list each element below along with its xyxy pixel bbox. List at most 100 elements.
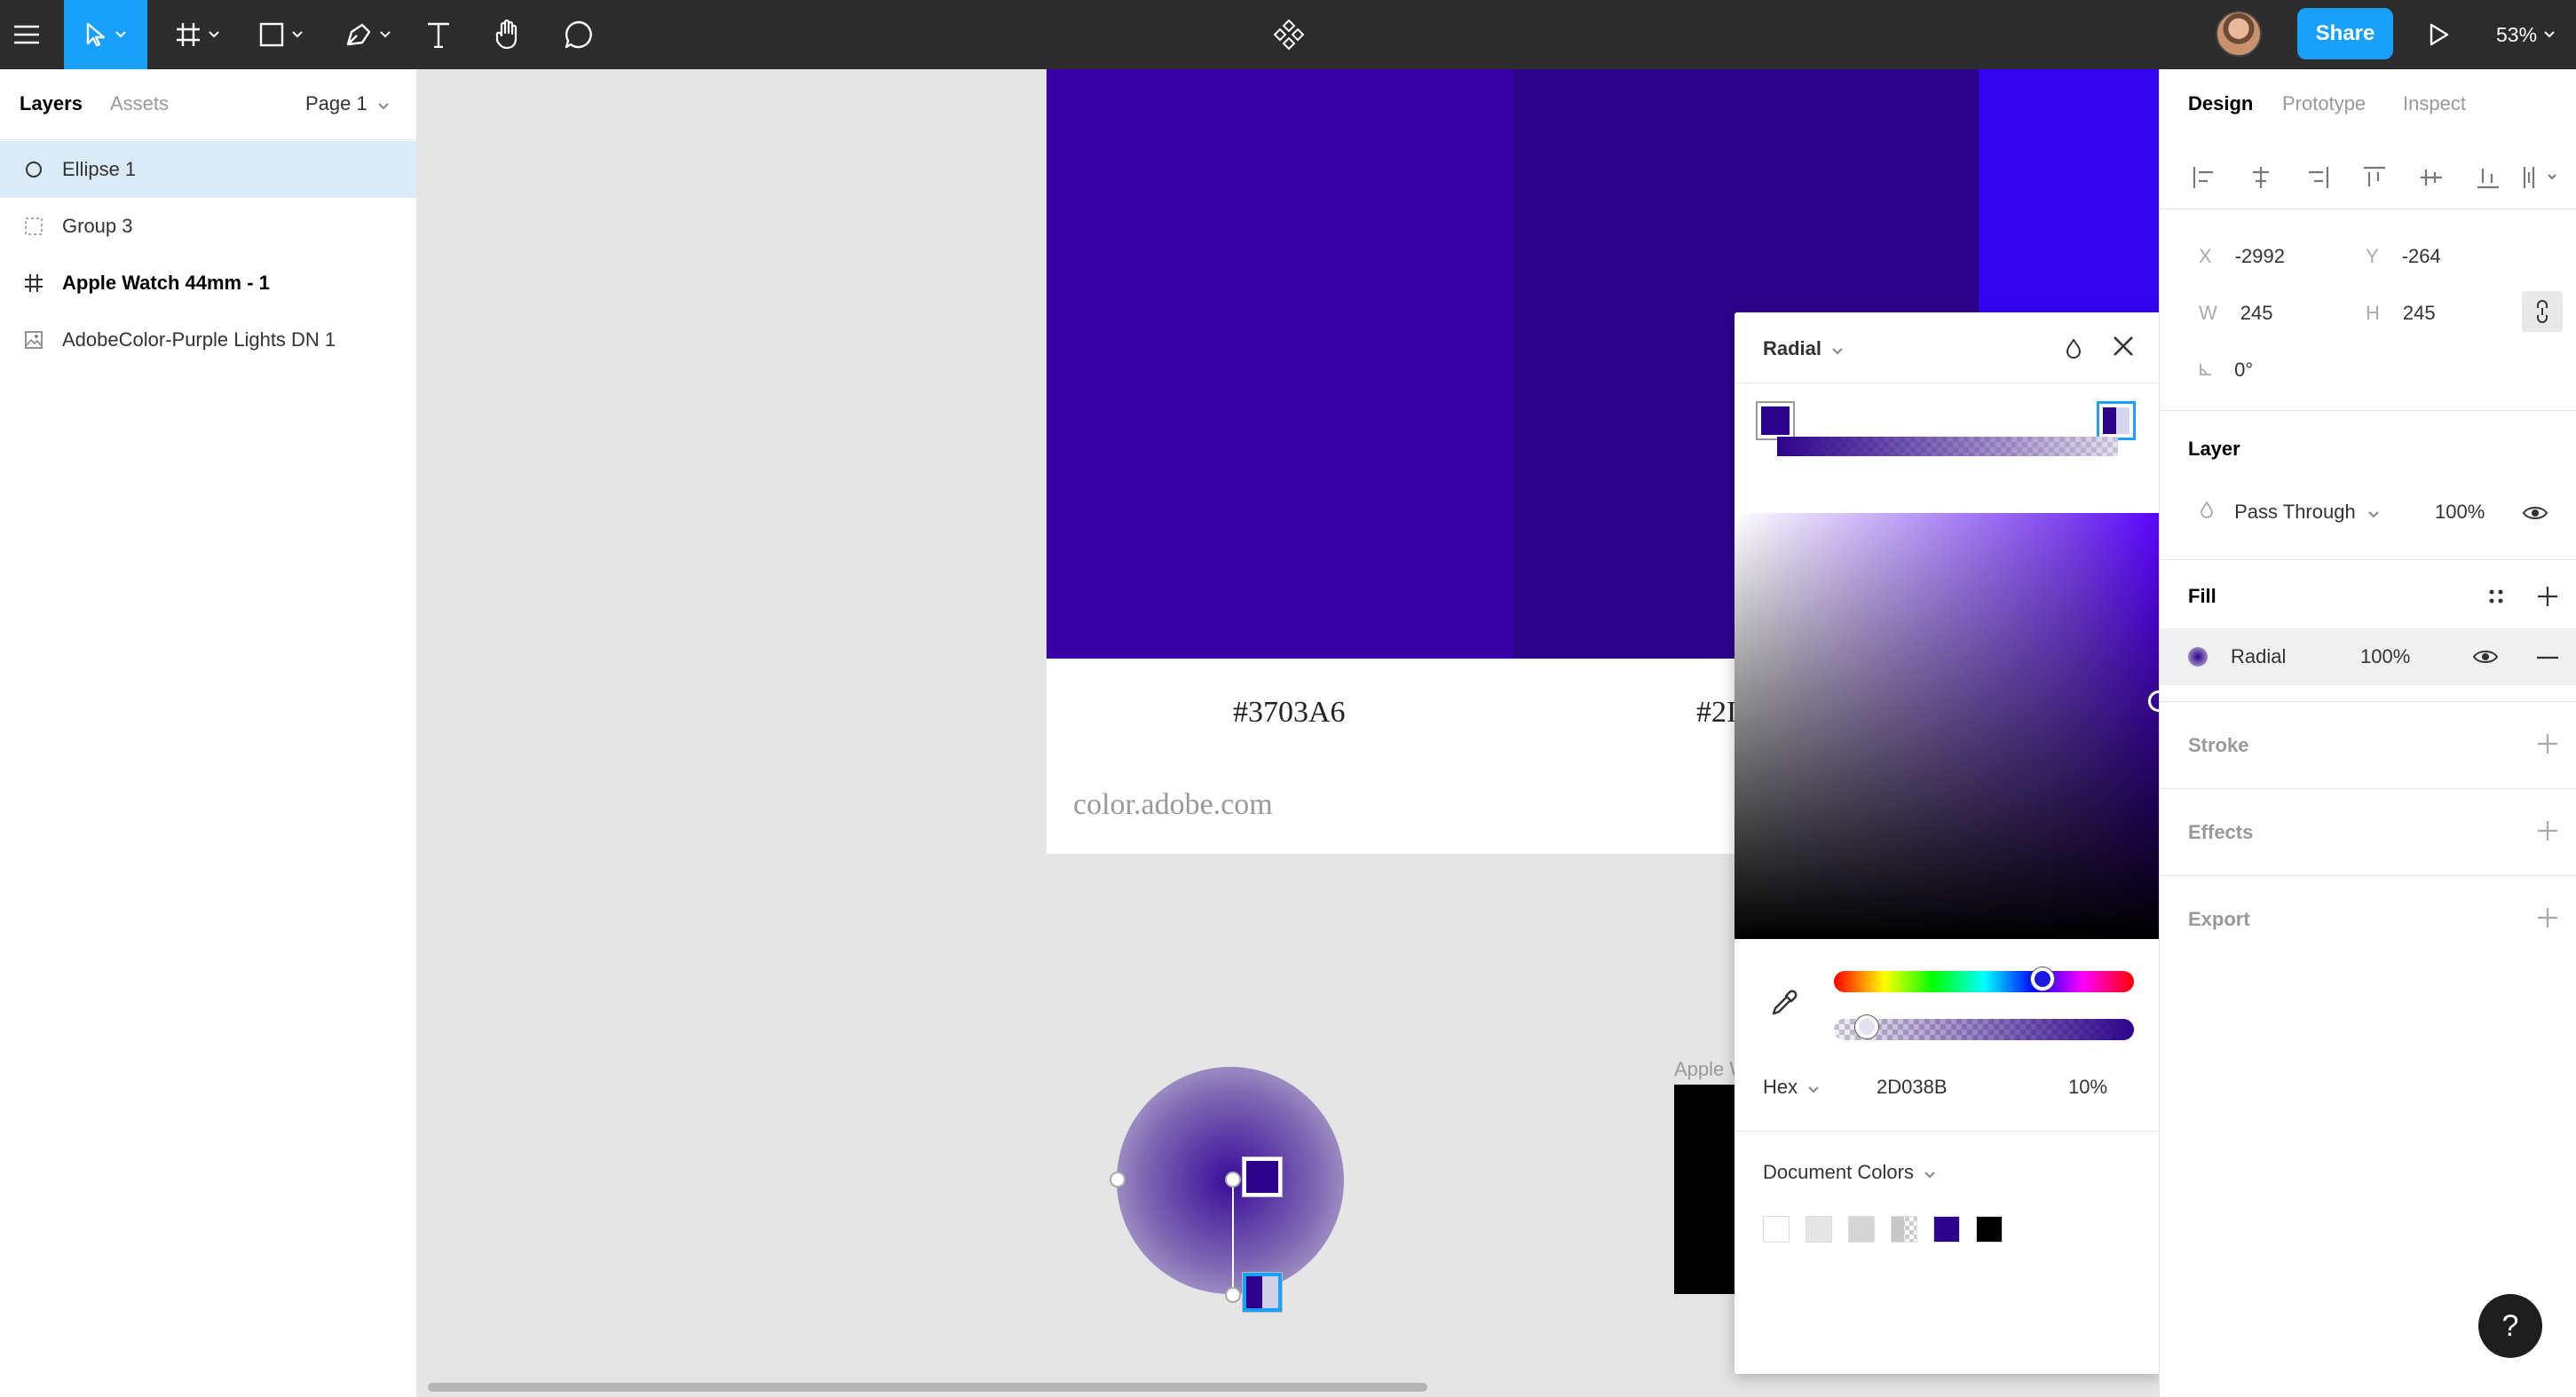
ellipse-icon: [21, 161, 46, 178]
gradient-handle[interactable]: [1225, 1172, 1241, 1188]
document-color-swatch[interactable]: [1891, 1216, 1917, 1243]
align-top-icon[interactable]: [2362, 165, 2387, 190]
gradient-stop-handle-selected[interactable]: [1243, 1273, 1282, 1312]
plus-icon[interactable]: [2536, 906, 2559, 929]
align-center-horizontal-icon[interactable]: [2248, 165, 2273, 190]
right-panel-tabs: Design Prototype Inspect: [2160, 69, 2576, 140]
document-color-swatch[interactable]: [1976, 1216, 2003, 1243]
opacity-slider[interactable]: [1834, 1019, 2134, 1040]
hue-slider[interactable]: [1834, 971, 2134, 992]
chevron-down-icon: [209, 31, 219, 38]
document-color-swatch[interactable]: [1806, 1216, 1832, 1243]
align-left-icon[interactable]: [2192, 165, 2216, 190]
document-color-swatch[interactable]: [1763, 1216, 1790, 1243]
cursor-icon: [86, 22, 106, 47]
styles-grid-icon[interactable]: [2486, 587, 2506, 606]
gradient-stop-handle[interactable]: [1243, 1157, 1282, 1196]
gradient-editor: [1734, 383, 2161, 490]
layer-opacity-input[interactable]: 100%: [2435, 501, 2485, 524]
width-field[interactable]: W 245: [2199, 302, 2272, 325]
layer-item[interactable]: Ellipse 1: [0, 141, 416, 198]
tab-prototype[interactable]: Prototype: [2282, 92, 2366, 115]
height-field[interactable]: H 245: [2366, 302, 2436, 325]
gradient-stop-selected[interactable]: [2097, 401, 2136, 440]
tab-design[interactable]: Design: [2188, 92, 2253, 115]
fill-preview-swatch[interactable]: [2188, 647, 2208, 667]
color-mode-select[interactable]: Hex: [1763, 1076, 1819, 1099]
page-selector[interactable]: Page 1: [305, 92, 389, 115]
gradient-handle[interactable]: [1110, 1172, 1126, 1188]
hue-slider-handle[interactable]: [2031, 967, 2054, 991]
constrain-proportions-button[interactable]: [2522, 291, 2563, 332]
alignment-toolbar: [2160, 146, 2576, 209]
saturation-brightness-field[interactable]: [1734, 513, 2169, 939]
hex-input[interactable]: 2D038B: [1877, 1076, 1948, 1099]
gradient-stop[interactable]: [1756, 401, 1795, 440]
tab-assets[interactable]: Assets: [110, 92, 169, 115]
plus-icon[interactable]: [2536, 585, 2559, 608]
pen-icon: [346, 23, 371, 46]
move-tool-button[interactable]: [64, 0, 147, 69]
w-label: W: [2199, 302, 2217, 324]
layer-section-title: Layer: [2188, 438, 2240, 460]
tab-layers[interactable]: Layers: [20, 92, 83, 115]
components-button[interactable]: [1268, 0, 1310, 69]
minus-icon[interactable]: [2536, 656, 2559, 659]
blend-drop-button[interactable]: [2065, 337, 2082, 363]
document-color-swatch[interactable]: [1848, 1216, 1875, 1243]
shape-tool-button[interactable]: [252, 0, 309, 69]
present-button[interactable]: [2418, 0, 2461, 69]
layers-panel: Layers Assets Page 1 Ellipse 1 Group 3 A…: [0, 69, 417, 1397]
tab-inspect[interactable]: Inspect: [2403, 92, 2466, 115]
text-tool-button[interactable]: [419, 0, 458, 69]
layer-item[interactable]: AdobeColor-Purple Lights DN 1: [0, 312, 416, 368]
layer-item[interactable]: Apple Watch 44mm - 1: [0, 255, 416, 312]
eye-icon[interactable]: [2522, 504, 2548, 522]
document-colors-select[interactable]: Document Colors: [1763, 1161, 1935, 1184]
main-menu-button[interactable]: [0, 0, 53, 69]
hand-icon: [495, 20, 518, 50]
color-picker-popover: Radial Hex 2D038B 10% Document Colors: [1734, 312, 2169, 1374]
horizontal-scrollbar[interactable]: [428, 1383, 1427, 1392]
close-picker-button[interactable]: [2111, 334, 2136, 363]
stroke-section-title: Stroke: [2188, 734, 2249, 756]
group-icon: [21, 217, 46, 236]
plus-icon[interactable]: [2536, 732, 2559, 755]
document-colors-label: Document Colors: [1763, 1161, 1914, 1183]
text-icon: [428, 22, 449, 48]
gradient-type-select[interactable]: Radial: [1763, 337, 1843, 360]
component-icon: [1273, 19, 1305, 51]
frame-tool-button[interactable]: [169, 0, 225, 69]
user-avatar[interactable]: [2216, 11, 2262, 57]
chevron-down-icon: [1832, 348, 1843, 355]
help-button[interactable]: ?: [2478, 1294, 2542, 1358]
layer-name: Group 3: [62, 215, 133, 237]
eye-icon[interactable]: [2472, 648, 2499, 666]
comment-tool-button[interactable]: [559, 0, 598, 69]
x-field[interactable]: X -2992: [2199, 245, 2285, 268]
opacity-input[interactable]: 10%: [2068, 1076, 2107, 1099]
stroke-section: Stroke: [2160, 701, 2576, 788]
document-color-swatch[interactable]: [1933, 1216, 1960, 1243]
rotation-field[interactable]: 0°: [2199, 359, 2253, 382]
distribute-icon[interactable]: [2522, 165, 2561, 190]
share-button[interactable]: Share: [2297, 8, 2393, 59]
y-field[interactable]: Y -264: [2366, 245, 2441, 268]
layer-item[interactable]: Group 3: [0, 198, 416, 255]
plus-icon[interactable]: [2536, 819, 2559, 842]
pen-tool-button[interactable]: [337, 0, 398, 69]
fill-opacity-input[interactable]: 100%: [2360, 645, 2410, 668]
gradient-bar[interactable]: [1777, 437, 2118, 456]
align-bottom-icon[interactable]: [2476, 165, 2501, 190]
eyedropper-button[interactable]: [1770, 989, 1798, 1022]
align-center-vertical-icon[interactable]: [2419, 165, 2444, 190]
opacity-slider-handle[interactable]: [1855, 1015, 1878, 1038]
align-right-icon[interactable]: [2305, 165, 2330, 190]
zoom-menu[interactable]: 53%: [2496, 0, 2555, 69]
hamburger-icon: [14, 25, 39, 44]
fill-item[interactable]: Radial 100%: [2160, 628, 2576, 685]
hand-tool-button[interactable]: [488, 0, 527, 69]
gradient-handle[interactable]: [1225, 1287, 1241, 1303]
blend-mode-select[interactable]: Pass Through: [2199, 501, 2379, 524]
layer-name: Ellipse 1: [62, 158, 137, 180]
